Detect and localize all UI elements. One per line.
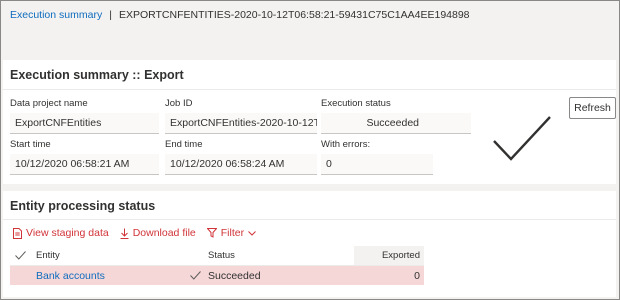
document-icon — [13, 227, 22, 239]
breadcrumb-current: EXPORTCNFENTITIES-2020-10-12T06:58:21-59… — [118, 9, 470, 21]
with-errors-field: With errors: 0 — [321, 139, 433, 175]
execution-summary-title: Execution summary :: Export — [10, 68, 184, 82]
table-row[interactable]: Bank accounts Succeeded 0 — [10, 266, 424, 285]
start-time-label: Start time — [10, 139, 51, 150]
execution-status-value[interactable]: Succeeded — [321, 113, 471, 134]
grid-header: Entity Status Exported — [10, 246, 424, 266]
entity-processing-card: Entity processing status View staging da… — [3, 191, 616, 297]
data-project-name-field: Data project name ExportCNFEntities — [10, 98, 159, 134]
chevron-down-icon — [248, 230, 256, 236]
top-bar: Execution summary | EXPORTCNFENTITIES-20… — [1, 1, 619, 57]
refresh-button[interactable]: Refresh — [569, 97, 616, 119]
checkmark-icon — [190, 271, 201, 280]
checkmark-icon — [493, 116, 551, 161]
job-id-value[interactable]: ExportCNFEntities-2020-10-12T... — [165, 113, 317, 134]
data-project-name-value[interactable]: ExportCNFEntities — [10, 113, 159, 134]
end-time-value[interactable]: 10/12/2020 06:58:24 AM — [165, 154, 317, 175]
execution-status-field: Execution status Succeeded — [321, 98, 471, 134]
entity-toolbar: View staging data Download file Filter — [13, 227, 271, 239]
entity-grid: Entity Status Exported Bank accounts Suc… — [10, 246, 424, 285]
execution-summary-card: Execution summary :: Export Data project… — [3, 60, 616, 184]
view-staging-data-label: View staging data — [26, 227, 109, 239]
data-project-name-label: Data project name — [10, 98, 88, 109]
download-file-label: Download file — [132, 227, 196, 239]
with-errors-label: With errors: — [321, 139, 371, 150]
divider — [3, 89, 616, 90]
breadcrumb: Execution summary | EXPORTCNFENTITIES-20… — [10, 9, 470, 21]
view-staging-data-button[interactable]: View staging data — [13, 227, 109, 239]
end-time-field: End time 10/12/2020 06:58:24 AM — [165, 139, 317, 175]
status-check-icon — [190, 266, 201, 285]
job-id-label: Job ID — [165, 98, 193, 109]
with-errors-value[interactable]: 0 — [321, 154, 433, 175]
divider — [3, 219, 616, 220]
end-time-label: End time — [165, 139, 203, 150]
download-icon — [120, 228, 129, 239]
select-all-checkbox[interactable] — [15, 246, 26, 265]
entity-processing-title: Entity processing status — [10, 199, 156, 213]
filter-label: Filter — [220, 227, 245, 239]
filter-button[interactable]: Filter — [206, 227, 260, 239]
entity-link[interactable]: Bank accounts — [36, 266, 105, 285]
download-file-button[interactable]: Download file — [120, 227, 196, 239]
exported-cell: 0 — [414, 269, 420, 282]
job-id-field: Job ID ExportCNFEntities-2020-10-12T... — [165, 98, 317, 134]
column-header-entity[interactable]: Entity — [36, 246, 60, 265]
breadcrumb-separator: | — [109, 9, 112, 21]
execution-status-label: Execution status — [321, 98, 391, 109]
start-time-field: Start time 10/12/2020 06:58:21 AM — [10, 139, 159, 175]
breadcrumb-execution-summary-link[interactable]: Execution summary — [10, 9, 102, 21]
status-cell: Succeeded — [208, 269, 261, 282]
column-header-exported[interactable]: Exported — [354, 246, 424, 265]
filter-icon — [206, 228, 217, 238]
start-time-value[interactable]: 10/12/2020 06:58:21 AM — [10, 154, 159, 175]
checkmark-icon — [15, 251, 26, 260]
column-header-status[interactable]: Status — [208, 246, 235, 265]
